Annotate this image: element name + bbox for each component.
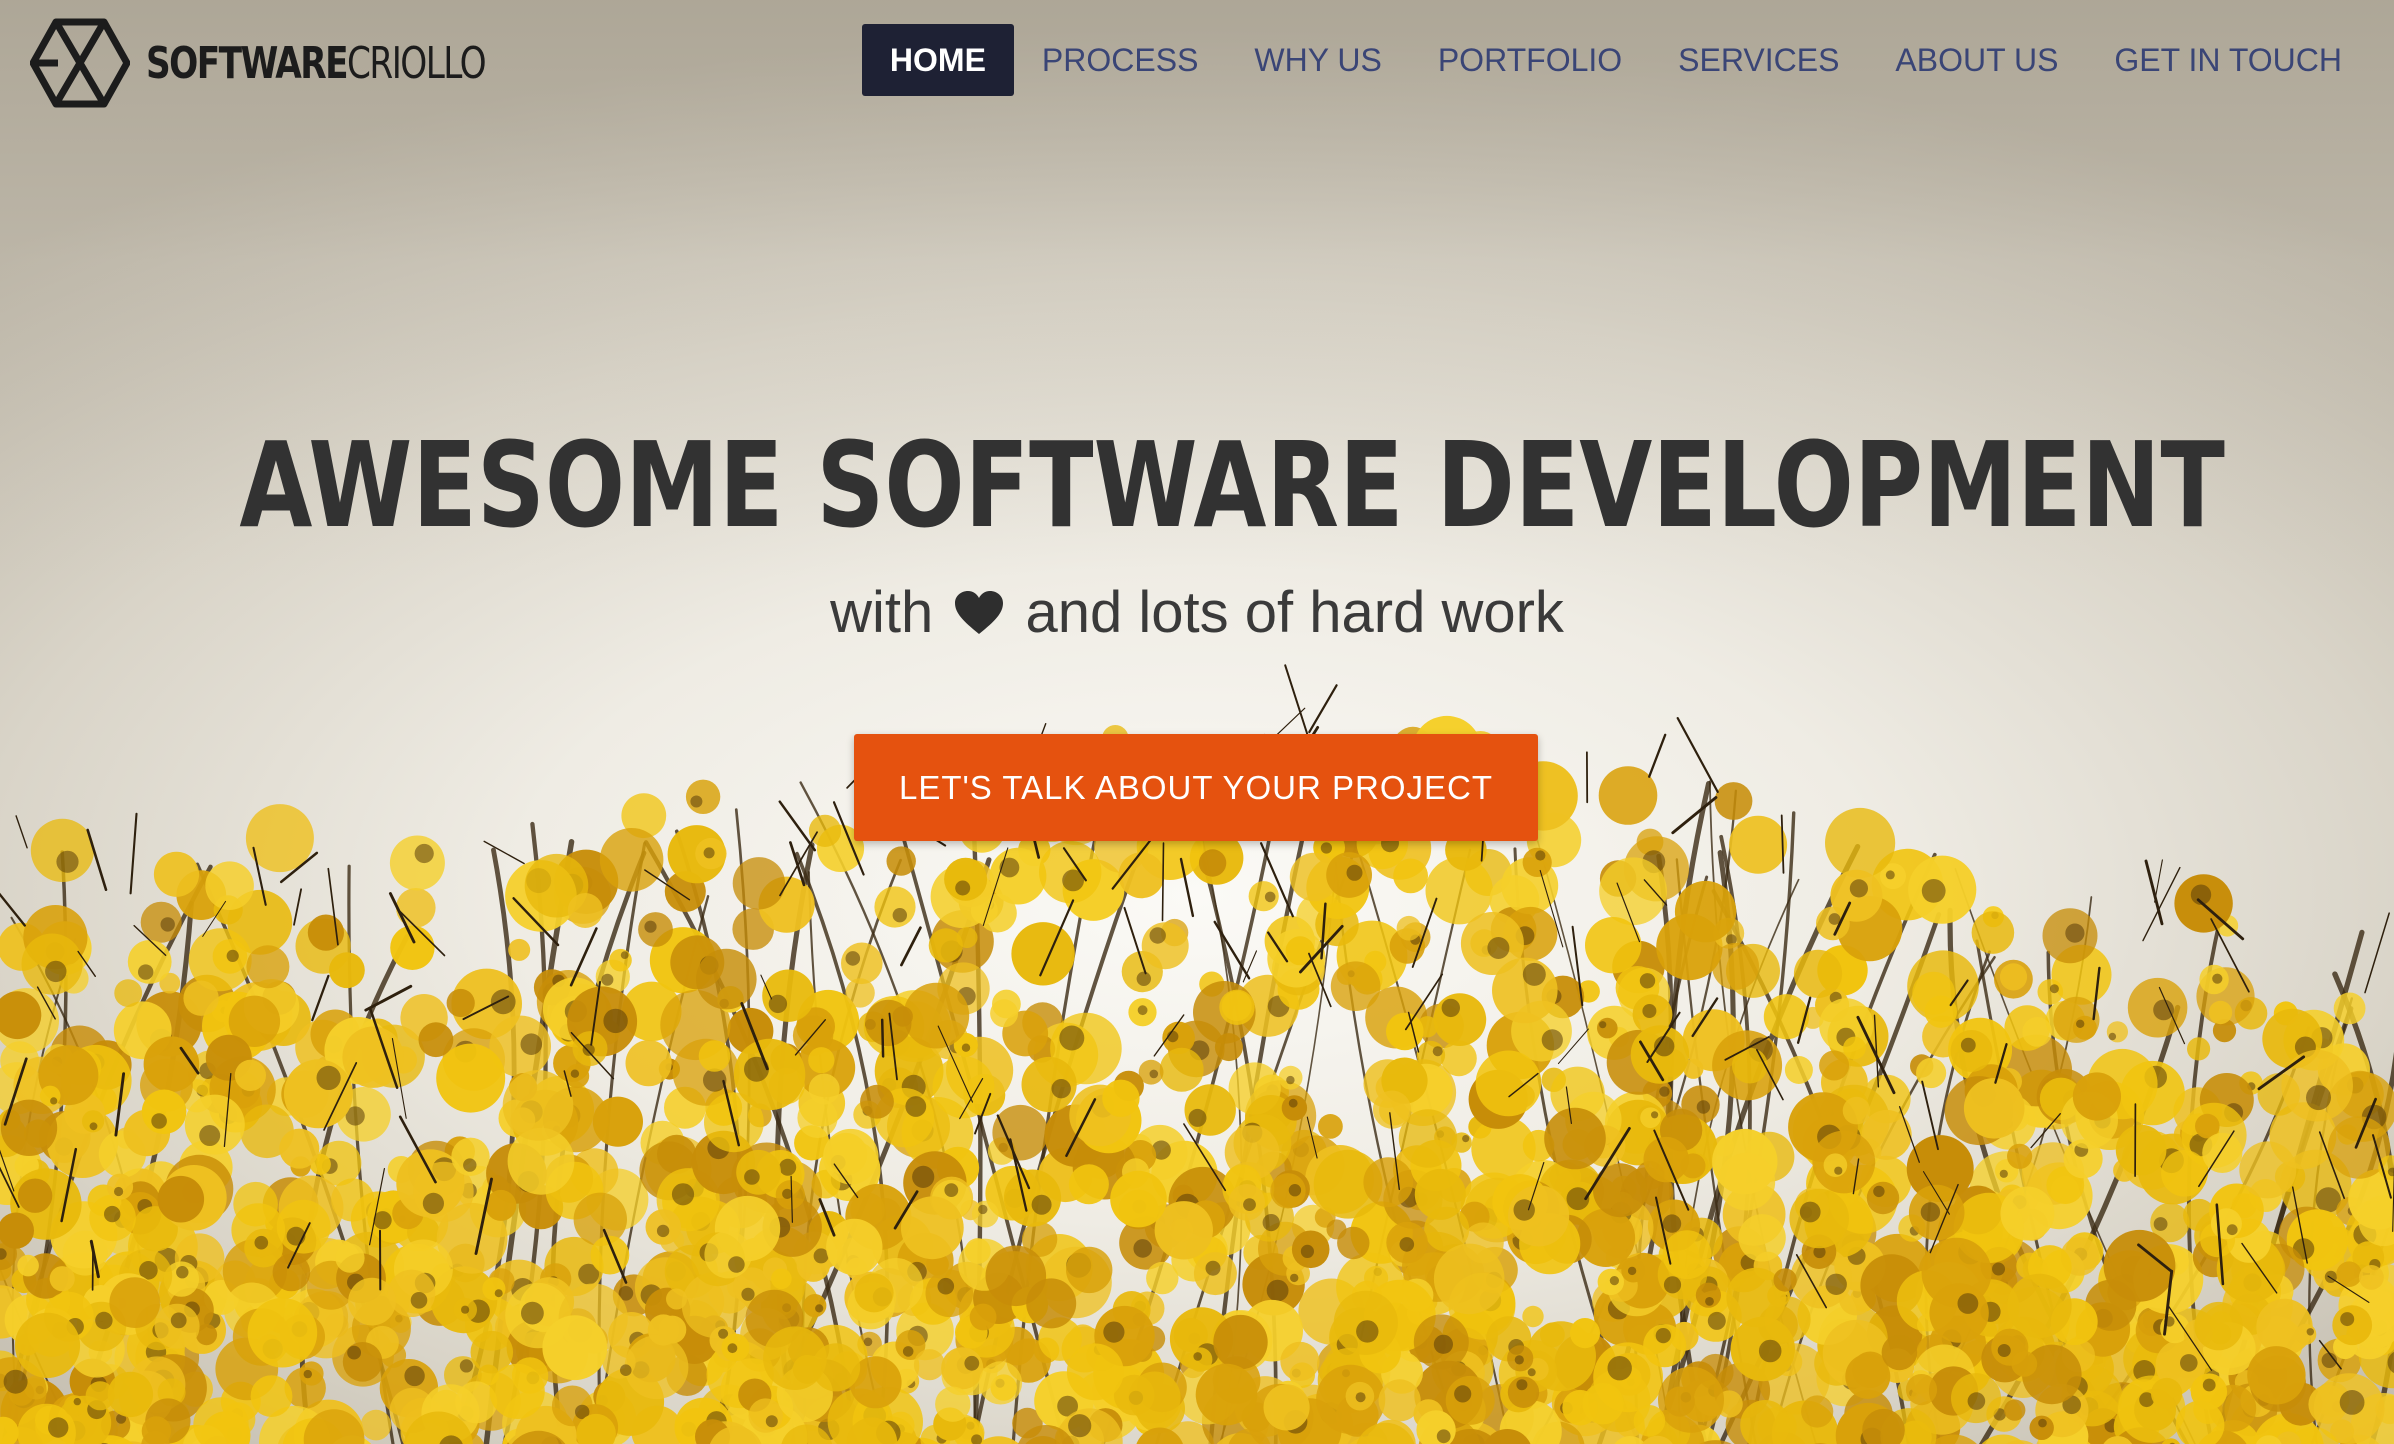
nav-item-portfolio[interactable]: PORTFOLIO (1410, 24, 1650, 96)
site-logo[interactable]: SOFTWARECRIOLLO (30, 18, 581, 108)
brand-name-light: CRIOLLO (347, 37, 487, 89)
main-nav: HOME PROCESS WHY US PORTFOLIO SERVICES A… (861, 24, 2370, 96)
nav-item-process[interactable]: PROCESS (1014, 24, 1226, 96)
nav-item-why-us[interactable]: WHY US (1226, 24, 1409, 96)
nav-item-services[interactable]: SERVICES (1650, 24, 1867, 96)
heart-icon (955, 591, 1004, 634)
brand-name: SOFTWARECRIOLLO (146, 37, 487, 89)
hero-subline-after: and lots of hard work (1025, 580, 1564, 645)
hero-headline: AWESOME SOFTWARE DEVELOPMENT (239, 416, 2225, 554)
nav-item-home[interactable]: HOME (861, 24, 1014, 96)
cta-talk-project-button[interactable]: LET'S TALK ABOUT YOUR PROJECT (854, 734, 1538, 841)
brand-name-bold: SOFTWARE (146, 37, 349, 89)
hero-subline: with and lots of hard work (0, 578, 2394, 648)
hexagon-cube-logo-icon (30, 18, 130, 108)
hero-background-image (0, 664, 2394, 1444)
nav-item-about-us[interactable]: ABOUT US (1867, 24, 2086, 96)
hero-subline-before: with (830, 580, 934, 645)
hero-section (0, 0, 2394, 1444)
nav-item-get-in-touch[interactable]: GET IN TOUCH (2086, 24, 2370, 96)
